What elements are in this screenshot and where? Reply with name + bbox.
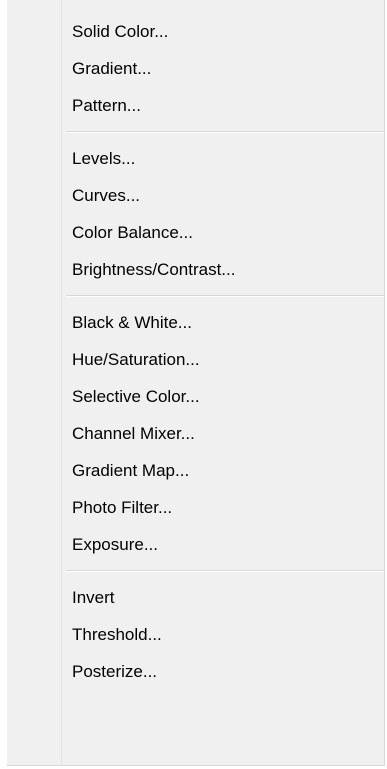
menu-item-posterize[interactable]: Posterize... — [7, 653, 384, 690]
menu-item-photo-filter[interactable]: Photo Filter... — [7, 489, 384, 526]
menu-separator — [66, 131, 384, 133]
menu-item-selective-color[interactable]: Selective Color... — [7, 378, 384, 415]
menu-item-gradient[interactable]: Gradient... — [7, 50, 384, 87]
menu-item-invert[interactable]: Invert — [7, 579, 384, 616]
menu-item-exposure[interactable]: Exposure... — [7, 526, 384, 563]
menu-item-threshold[interactable]: Threshold... — [7, 616, 384, 653]
menu-item-black-white[interactable]: Black & White... — [7, 304, 384, 341]
menu-item-hue-saturation[interactable]: Hue/Saturation... — [7, 341, 384, 378]
menu-item-pattern[interactable]: Pattern... — [7, 87, 384, 124]
menu-item-solid-color[interactable]: Solid Color... — [7, 13, 384, 50]
adjustment-layer-menu: Solid Color... Gradient... Pattern... Le… — [7, 0, 385, 766]
menu-separator — [66, 295, 384, 297]
menu-separator — [66, 570, 384, 572]
menu-item-color-balance[interactable]: Color Balance... — [7, 214, 384, 251]
menu-item-gradient-map[interactable]: Gradient Map... — [7, 452, 384, 489]
menu-item-brightness-contrast[interactable]: Brightness/Contrast... — [7, 251, 384, 288]
menu-item-channel-mixer[interactable]: Channel Mixer... — [7, 415, 384, 452]
menu-list: Solid Color... Gradient... Pattern... Le… — [7, 13, 384, 690]
menu-item-levels[interactable]: Levels... — [7, 140, 384, 177]
menu-item-curves[interactable]: Curves... — [7, 177, 384, 214]
